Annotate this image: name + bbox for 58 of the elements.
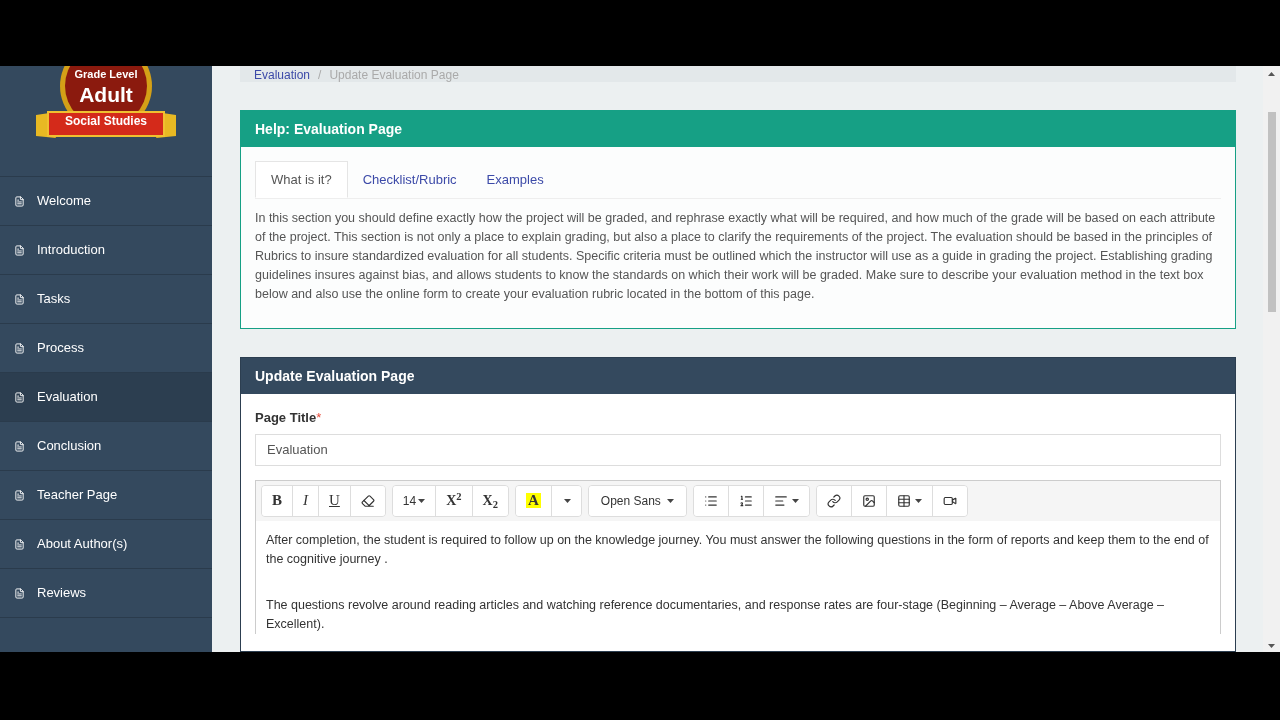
scroll-down-icon[interactable] <box>1268 644 1275 648</box>
document-icon <box>14 195 25 207</box>
link-icon <box>826 493 841 508</box>
help-text: In this section you should define exactly how the project will be graded, and rephrase exactly what will be required, and how much of the grade will be based on each attribute of the project. This section is not only a place to explain grading, but also a place to clarify the requirements of the project. The evaluation should be based in the principles of Rubrics to insure standardized evaluation for all students. Specific criteria must be outlined which the instructor will use as a guide in grading the project. Establishing grading guidelines insures against bias, and allows students to know the standards on which their work will be graded. Make sure to describe your evaluation method in the text box below and also use the online form to create your evaluation rubric located in the bottom of this page. <box>255 210 1217 303</box>
editor-paragraph: The questions revolve around reading articles and watching reference documentaries, and response rates are four-stage (Beginning – Average – Above Average – Excellent). <box>266 596 1166 633</box>
numbers-button[interactable] <box>728 485 764 516</box>
page-title-field[interactable]: Evaluation <box>255 433 1221 466</box>
underline-button[interactable]: U <box>319 485 351 516</box>
document-icon <box>14 391 25 403</box>
list-icon <box>703 493 718 508</box>
image-button[interactable] <box>851 485 887 516</box>
document-icon <box>14 489 25 501</box>
caret-icon <box>791 498 799 503</box>
eraser-icon <box>360 493 375 508</box>
bullets-button[interactable] <box>693 485 729 516</box>
breadcrumb-link[interactable]: Evaluation <box>254 68 311 82</box>
align-icon <box>773 493 788 508</box>
document-icon <box>14 244 25 256</box>
image-icon <box>861 493 876 508</box>
caret-icon <box>563 498 571 503</box>
field-label: Page Title <box>255 409 317 427</box>
badge-title: Adult <box>79 81 133 108</box>
help-tab[interactable]: Checklist/Rubric <box>347 161 472 198</box>
align-button[interactable] <box>763 485 809 516</box>
badge-ribbon-text: Social Studies <box>65 114 147 129</box>
help-tab[interactable]: What is it? <box>255 161 348 198</box>
highlight-button[interactable]: A <box>515 485 552 516</box>
breadcrumb-current: Update Evaluation Page <box>329 68 459 82</box>
required-mark: * <box>316 409 322 427</box>
editor-paragraph: After completion, the student is required to follow up on the knowledge journey. You must answer the following questions in the form of reports and keep them to the end of the cognitive journey . <box>266 531 1210 568</box>
badge-label: Grade Level <box>74 68 138 82</box>
font-family-button[interactable]: Open Sans <box>588 485 686 516</box>
document-icon <box>14 538 25 550</box>
help-tab[interactable]: Examples <box>471 161 559 198</box>
caret-icon <box>418 498 426 503</box>
scrollbar-thumb[interactable] <box>1267 112 1276 312</box>
italic-button[interactable]: I <box>293 485 319 516</box>
help-panel-title: Help: Evaluation Page <box>241 111 1235 147</box>
bold-button[interactable]: B <box>262 485 293 516</box>
sidebar-item[interactable]: Evaluation <box>0 372 212 421</box>
eraser-button[interactable] <box>350 485 385 516</box>
caret-icon <box>666 498 674 503</box>
caret-icon <box>914 498 922 503</box>
table-icon <box>896 493 911 508</box>
update-panel-title: Update Evaluation Page <box>241 358 1235 394</box>
breadcrumb-separator: / <box>318 68 322 82</box>
document-icon <box>14 440 25 452</box>
document-icon <box>14 293 25 305</box>
scroll-up-icon[interactable] <box>1268 72 1275 76</box>
link-button[interactable] <box>816 485 852 516</box>
superscript-button[interactable]: X$^{2}$ <box>436 485 473 516</box>
document-icon <box>14 342 25 354</box>
document-icon <box>14 587 25 599</box>
table-button[interactable] <box>886 485 933 516</box>
font-size-button[interactable]: 14 <box>392 485 437 516</box>
video-button[interactable] <box>932 485 967 516</box>
subscript-button[interactable]: X$_{2}$ <box>472 485 508 516</box>
numbered-list-icon <box>738 493 753 508</box>
